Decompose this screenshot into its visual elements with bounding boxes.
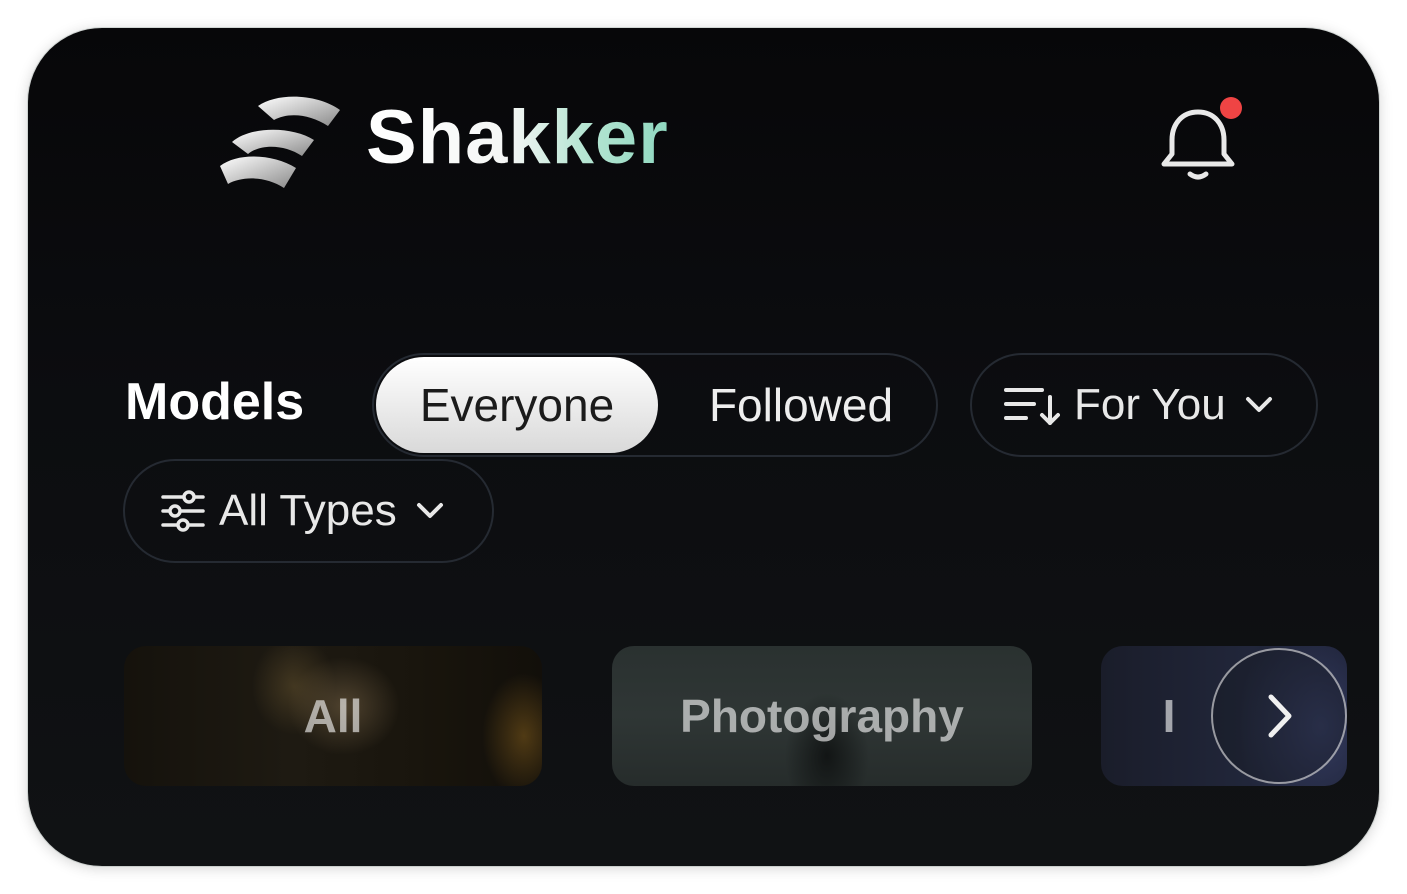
sort-icon (1004, 388, 1060, 425)
chevron-down-icon (416, 503, 443, 518)
category-label: Photography (680, 690, 964, 742)
sort-label: For You (1074, 380, 1226, 429)
chevron-down-icon (1245, 397, 1272, 412)
notification-dot (1220, 97, 1242, 119)
type-filter-dropdown[interactable]: All Types (123, 459, 494, 563)
brand-name[interactable]: Shakker (366, 100, 669, 176)
segment-followed[interactable]: Followed (666, 357, 936, 453)
category-label: All (303, 690, 363, 742)
sliders-icon (161, 490, 205, 532)
segment-everyone[interactable]: Everyone (376, 357, 658, 453)
carousel-next-button[interactable] (1211, 648, 1347, 784)
app-card: Shakker Models Everyone Followed For You (28, 28, 1379, 866)
sort-dropdown[interactable]: For You (970, 353, 1318, 457)
category-card-all[interactable]: All (124, 646, 542, 786)
shakker-logo-icon (220, 96, 340, 188)
audience-segmented-control: Everyone Followed (372, 353, 938, 457)
category-card-photography[interactable]: Photography (612, 646, 1032, 786)
category-label: I (1162, 690, 1176, 742)
section-title: Models (125, 373, 305, 431)
type-filter-label: All Types (219, 486, 397, 535)
chevron-right-icon (1268, 694, 1292, 738)
